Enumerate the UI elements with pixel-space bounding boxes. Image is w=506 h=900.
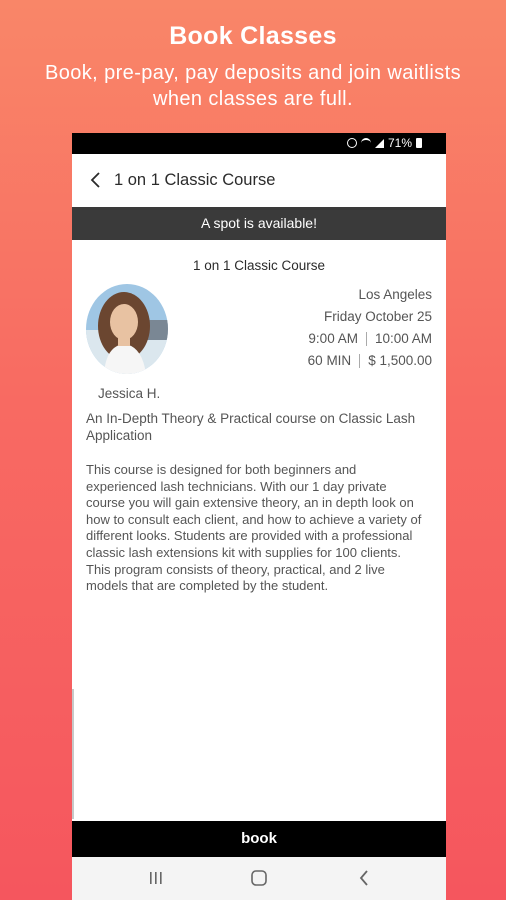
- promo-title: Book Classes: [169, 22, 337, 50]
- instructor-name: Jessica H.: [98, 386, 161, 401]
- edge-panel-handle[interactable]: [72, 689, 74, 819]
- short-description: An In-Depth Theory & Practical course on…: [86, 411, 416, 443]
- back-arrow-icon[interactable]: [86, 170, 106, 190]
- price: $ 1,500.00: [368, 353, 432, 368]
- status-bar: 71%: [72, 133, 446, 154]
- course-description: This course is designed for both beginne…: [86, 462, 422, 594]
- system-nav-bar: [72, 857, 446, 900]
- page-title: 1 on 1 Classic Course: [114, 171, 276, 189]
- signal-icon: [374, 138, 384, 148]
- class-duration-price: 60 MIN $ 1,500.00: [308, 350, 432, 372]
- home-icon[interactable]: [248, 868, 270, 888]
- promo-subtitle: Book, pre-pay, pay deposits and join wai…: [44, 62, 462, 110]
- class-time: 9:00 AM 10:00 AM: [308, 328, 432, 350]
- class-details: Los Angeles Friday October 25 9:00 AM 10:…: [308, 284, 432, 372]
- alarm-icon: [346, 138, 357, 148]
- divider: [365, 332, 367, 347]
- battery-icon: [416, 138, 422, 148]
- recent-apps-icon[interactable]: [145, 868, 167, 888]
- wifi-icon: [360, 138, 371, 148]
- start-time: 9:00 AM: [308, 331, 358, 346]
- book-button[interactable]: book: [72, 821, 446, 857]
- app-bar: 1 on 1 Classic Course: [72, 154, 446, 207]
- course-title: 1 on 1 Classic Course: [192, 258, 326, 273]
- availability-banner: A spot is available!: [72, 207, 446, 240]
- class-date: Friday October 25: [323, 309, 432, 324]
- end-time: 10:00 AM: [374, 331, 432, 346]
- battery-percent: 71%: [387, 136, 412, 150]
- divider: [359, 354, 361, 369]
- duration: 60 MIN: [307, 353, 352, 368]
- avatar: [86, 284, 168, 374]
- back-icon[interactable]: [353, 868, 375, 888]
- location: Los Angeles: [358, 287, 432, 302]
- phone-screen: 71% 1 on 1 Classic Course A spot is avai…: [72, 133, 446, 900]
